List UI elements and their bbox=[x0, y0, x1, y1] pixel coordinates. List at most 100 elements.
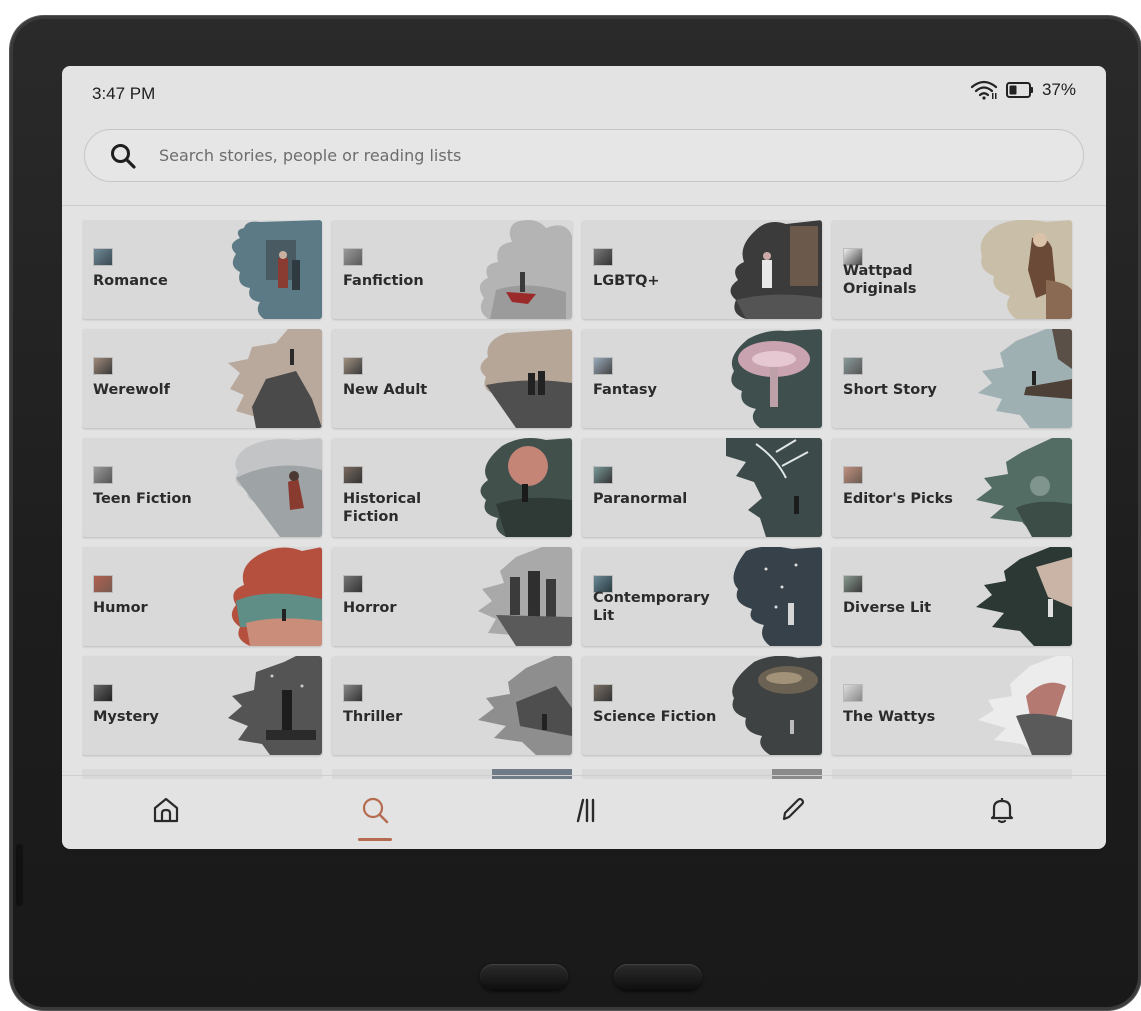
category-label: The Wattys bbox=[843, 709, 936, 725]
search-bar[interactable] bbox=[84, 129, 1084, 182]
category-card-new-adult[interactable]: New Adult bbox=[332, 329, 572, 428]
category-thumbnail bbox=[93, 466, 113, 484]
page-back-button[interactable] bbox=[480, 964, 568, 990]
category-label: Fanfiction bbox=[343, 273, 424, 289]
status-time: 3:47 PM bbox=[92, 84, 156, 103]
category-grid: Romance Fanfiction LGBTQ+ Wattpad Origin… bbox=[82, 220, 1085, 775]
category-thumbnail bbox=[593, 684, 613, 702]
category-thumbnail bbox=[343, 575, 363, 593]
category-thumbnail bbox=[93, 575, 113, 593]
category-label: New Adult bbox=[343, 382, 428, 398]
category-thumbnail bbox=[343, 466, 363, 484]
category-artwork bbox=[976, 547, 1072, 646]
category-thumbnail bbox=[343, 357, 363, 375]
category-thumbnail bbox=[93, 684, 113, 702]
category-card-paranormal[interactable]: Paranormal bbox=[582, 438, 822, 537]
category-artwork bbox=[228, 656, 322, 755]
category-artwork bbox=[726, 438, 822, 537]
category-label: Editor's Picks bbox=[843, 491, 953, 507]
category-label: Paranormal bbox=[593, 491, 688, 507]
wifi-icon bbox=[970, 80, 998, 100]
category-artwork bbox=[976, 438, 1072, 537]
notifications-icon bbox=[987, 795, 1017, 830]
category-label: Fantasy bbox=[593, 382, 657, 398]
category-label: Romance bbox=[93, 273, 168, 289]
category-thumbnail bbox=[93, 248, 113, 266]
status-indicators: 37% bbox=[970, 80, 1076, 100]
category-thumbnail bbox=[843, 357, 863, 375]
category-thumbnail bbox=[593, 466, 613, 484]
category-thumbnail bbox=[343, 248, 363, 266]
nav-notifications[interactable] bbox=[972, 783, 1032, 843]
home-icon bbox=[151, 795, 181, 830]
category-artwork bbox=[730, 220, 822, 319]
category-card-werewolf[interactable]: Werewolf bbox=[82, 329, 322, 428]
category-card-wattpad-originals[interactable]: Wattpad Originals bbox=[832, 220, 1072, 319]
category-thumbnail bbox=[343, 684, 363, 702]
category-card-horror[interactable]: Horror bbox=[332, 547, 572, 646]
category-artwork bbox=[732, 656, 822, 755]
category-artwork bbox=[731, 329, 822, 428]
category-artwork bbox=[480, 329, 572, 428]
category-card-fantasy[interactable]: Fantasy bbox=[582, 329, 822, 428]
category-card-lgbtq[interactable]: LGBTQ+ bbox=[582, 220, 822, 319]
screen: 3:47 PM 37% Search stories, people or re… bbox=[62, 66, 1106, 849]
category-thumbnail bbox=[93, 357, 113, 375]
category-thumbnail bbox=[843, 684, 863, 702]
bottom-nav bbox=[62, 776, 1106, 849]
category-artwork bbox=[478, 547, 572, 646]
category-label: Historical Fiction bbox=[343, 491, 422, 525]
category-card-editors-picks[interactable]: Editor's Picks bbox=[832, 438, 1072, 537]
category-card-the-wattys[interactable]: The Wattys bbox=[832, 656, 1072, 755]
category-label: Mystery bbox=[93, 709, 159, 725]
category-artwork bbox=[978, 656, 1072, 755]
category-card-contemporary-lit[interactable]: Contemporary Lit bbox=[582, 547, 822, 646]
category-artwork bbox=[231, 547, 322, 646]
category-artwork bbox=[479, 220, 572, 319]
category-label: Thriller bbox=[343, 709, 403, 725]
battery-percent: 37% bbox=[1041, 80, 1076, 99]
power-button[interactable] bbox=[16, 844, 23, 906]
category-thumbnail bbox=[843, 575, 863, 593]
category-card-mystery[interactable]: Mystery bbox=[82, 656, 322, 755]
category-label: Science Fiction bbox=[593, 709, 717, 725]
page-forward-button[interactable] bbox=[614, 964, 702, 990]
category-card-romance[interactable]: Romance bbox=[82, 220, 322, 319]
nav-search[interactable] bbox=[345, 783, 405, 843]
category-artwork bbox=[733, 547, 822, 646]
category-label: Diverse Lit bbox=[843, 600, 932, 616]
library-icon bbox=[569, 795, 599, 830]
category-label: Short Story bbox=[843, 382, 937, 398]
category-thumbnail bbox=[843, 466, 863, 484]
category-label: Werewolf bbox=[93, 382, 170, 398]
search-icon bbox=[109, 142, 137, 170]
category-card-historical-fiction[interactable]: Historical Fiction bbox=[332, 438, 572, 537]
nav-write[interactable] bbox=[763, 783, 823, 843]
category-label: LGBTQ+ bbox=[593, 273, 660, 289]
category-card-science-fiction[interactable]: Science Fiction bbox=[582, 656, 822, 755]
category-label: Humor bbox=[93, 600, 148, 616]
category-artwork bbox=[478, 656, 572, 755]
category-label: Contemporary Lit bbox=[593, 590, 710, 624]
category-card-thriller[interactable]: Thriller bbox=[332, 656, 572, 755]
divider bbox=[62, 205, 1106, 206]
search-input[interactable] bbox=[159, 146, 979, 165]
nav-library[interactable] bbox=[554, 783, 614, 843]
category-label: Teen Fiction bbox=[93, 491, 192, 507]
category-thumbnail bbox=[593, 357, 613, 375]
category-artwork bbox=[978, 329, 1072, 428]
category-artwork bbox=[228, 329, 322, 428]
category-card-teen-fiction[interactable]: Teen Fiction bbox=[82, 438, 322, 537]
category-artwork bbox=[480, 438, 572, 537]
battery-icon bbox=[1005, 82, 1034, 98]
category-card-diverse-lit[interactable]: Diverse Lit bbox=[832, 547, 1072, 646]
category-card-fanfiction[interactable]: Fanfiction bbox=[332, 220, 572, 319]
write-icon bbox=[778, 795, 808, 830]
category-artwork bbox=[980, 220, 1072, 319]
category-card-short-story[interactable]: Short Story bbox=[832, 329, 1072, 428]
category-card-humor[interactable]: Humor bbox=[82, 547, 322, 646]
search-icon bbox=[360, 795, 390, 830]
nav-home[interactable] bbox=[136, 783, 196, 843]
category-thumbnail bbox=[593, 248, 613, 266]
category-artwork bbox=[235, 438, 322, 537]
